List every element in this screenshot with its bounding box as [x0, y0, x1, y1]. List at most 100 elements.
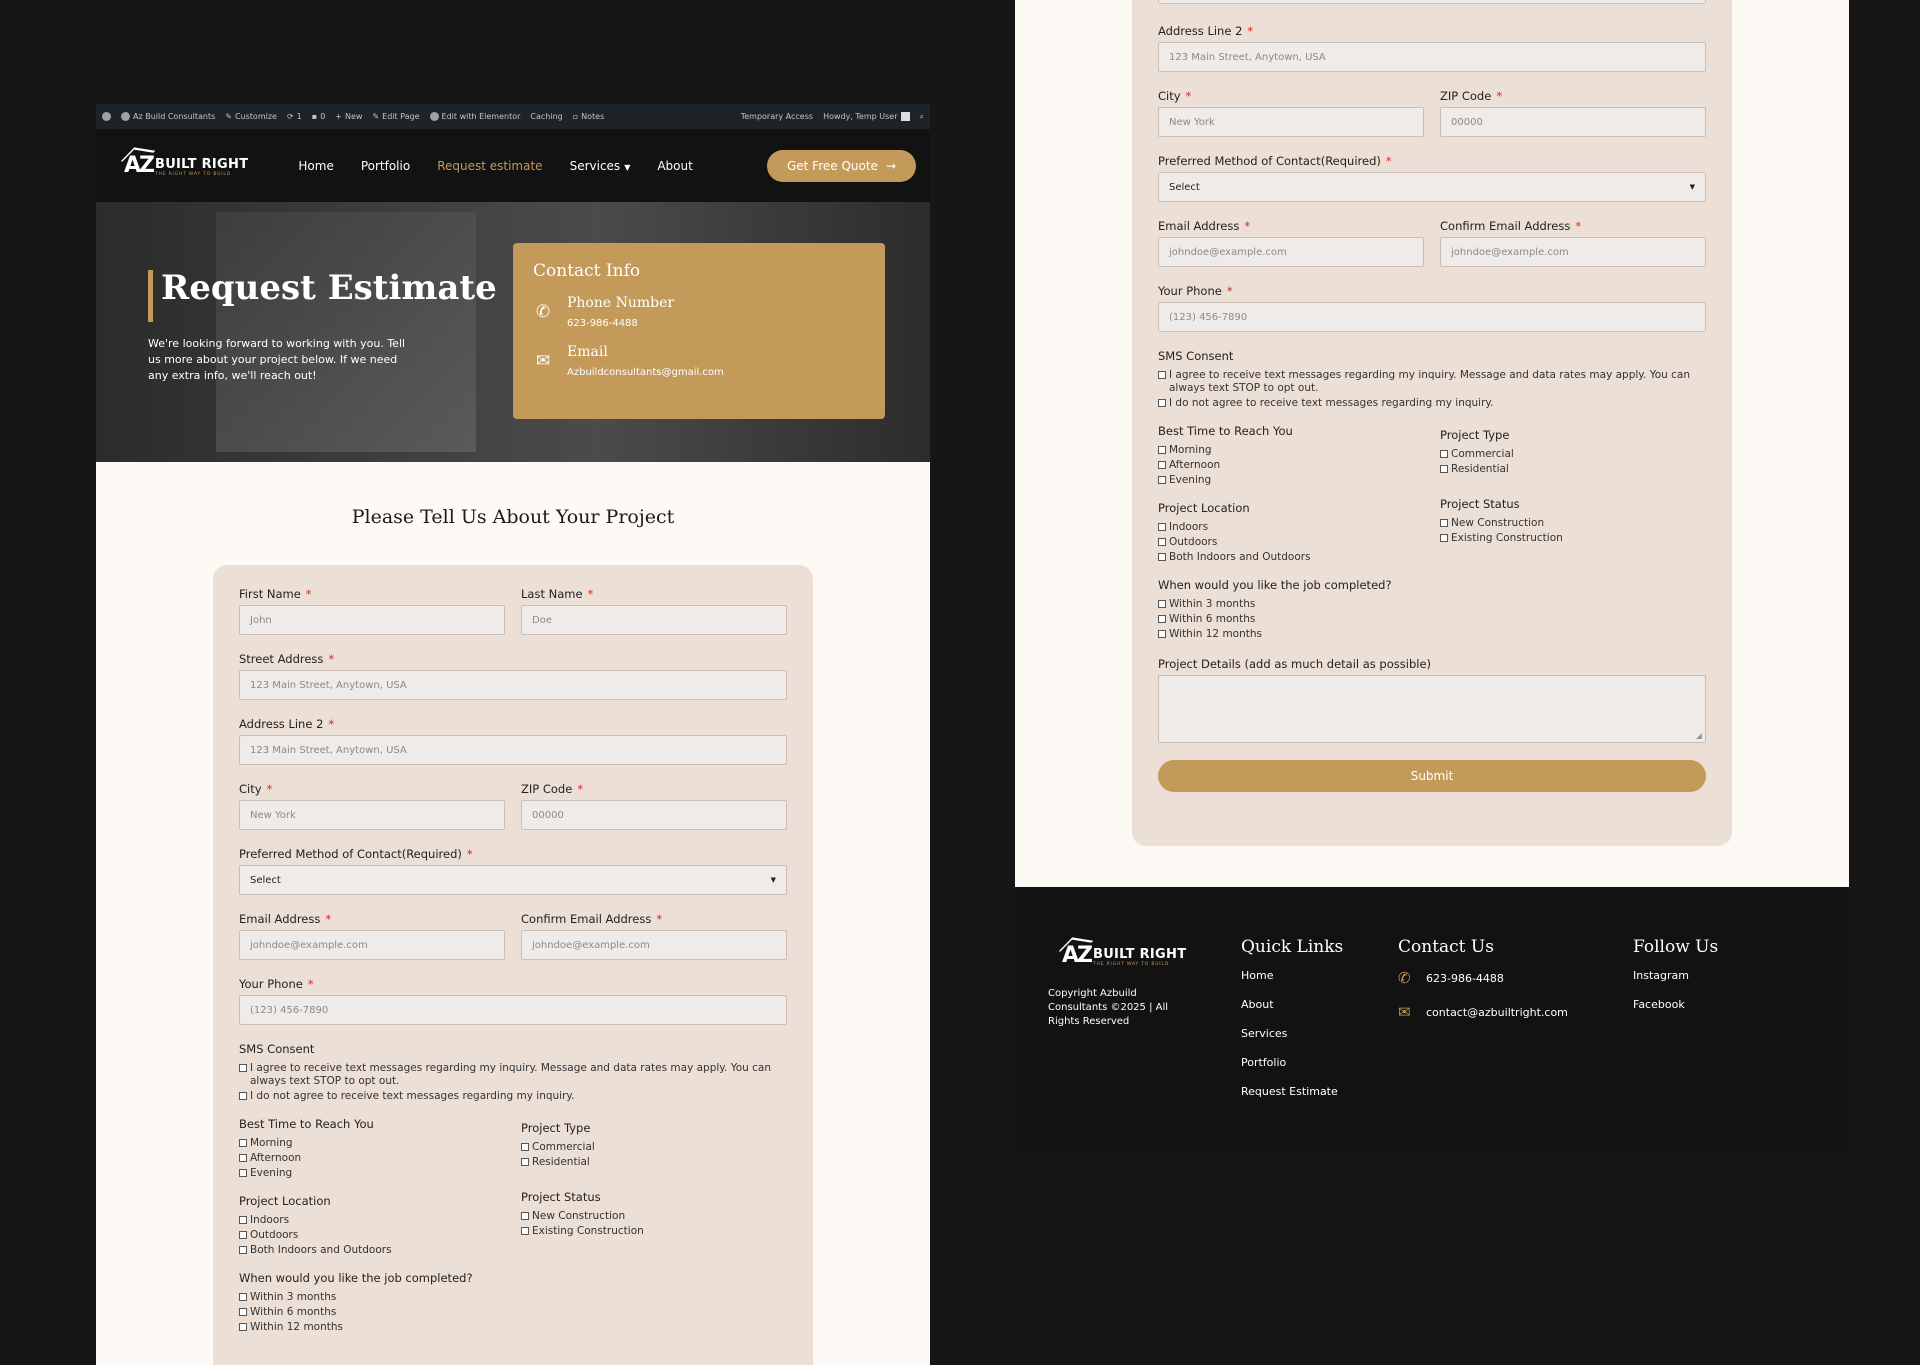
admin-updates[interactable]: ⟳ 1: [287, 112, 302, 121]
admin-howdy[interactable]: Howdy, Temp User: [823, 112, 910, 121]
contact-phone[interactable]: 623-986-4488: [567, 318, 638, 329]
sms-disagree-checkbox-2[interactable]: [1158, 399, 1166, 407]
sms-consent-group: SMS Consent I agree to receive text mess…: [239, 1042, 771, 1102]
phone-icon: ✆: [535, 302, 551, 322]
admin-temp-access[interactable]: Temporary Access: [741, 112, 813, 121]
search-icon[interactable]: ⌕: [920, 112, 924, 122]
footer-link-home[interactable]: Home: [1241, 969, 1343, 982]
admin-notes[interactable]: ▫ Notes: [573, 112, 605, 121]
admin-customize[interactable]: ✎ Customize: [225, 112, 277, 121]
phone-input[interactable]: (123) 456-7890: [239, 995, 787, 1025]
new-construction-checkbox-2[interactable]: [1440, 519, 1448, 527]
commercial-checkbox-2[interactable]: [1440, 450, 1448, 458]
footer-link-services[interactable]: Services: [1241, 1027, 1343, 1040]
email-input-2[interactable]: johndoe@example.com: [1158, 237, 1424, 267]
instagram-link[interactable]: Instagram: [1633, 969, 1718, 982]
outdoors-checkbox[interactable]: [239, 1231, 247, 1239]
within-12-months-checkbox[interactable]: [239, 1323, 247, 1331]
contact-method-select[interactable]: Select ▼: [239, 865, 787, 895]
both-locations-checkbox-2[interactable]: [1158, 553, 1166, 561]
commercial-checkbox[interactable]: [521, 1143, 529, 1151]
nav-home[interactable]: Home: [298, 159, 333, 173]
within-6-months-checkbox-2[interactable]: [1158, 615, 1166, 623]
indoors-checkbox[interactable]: [239, 1216, 247, 1224]
admin-comments[interactable]: ▪ 0: [312, 112, 326, 121]
admin-elementor[interactable]: Edit with Elementor: [429, 112, 520, 121]
indoors-checkbox-2[interactable]: [1158, 523, 1166, 531]
site-logo[interactable]: AZ BUILT RIGHT THE RIGHT WAY TO BUILD: [124, 154, 248, 177]
zip-code-input-2[interactable]: 00000: [1440, 107, 1706, 137]
footer-logo[interactable]: AZ BUILT RIGHT THE RIGHT WAY TO BUILD: [1062, 945, 1198, 968]
footer-link-about[interactable]: About: [1241, 998, 1343, 1011]
morning-checkbox[interactable]: [239, 1139, 247, 1147]
footer-email[interactable]: contact@azbuiltright.com: [1426, 1006, 1568, 1019]
existing-construction-checkbox-2[interactable]: [1440, 534, 1448, 542]
first-name-input[interactable]: John: [239, 605, 505, 635]
within-3-months-checkbox-2[interactable]: [1158, 600, 1166, 608]
afternoon-checkbox-2[interactable]: [1158, 461, 1166, 469]
admin-edit-page[interactable]: ✎ Edit Page: [372, 112, 419, 121]
existing-construction-checkbox[interactable]: [521, 1227, 529, 1235]
get-free-quote-button[interactable]: Get Free Quote →: [766, 149, 916, 182]
chevron-down-icon: ▼: [624, 162, 631, 172]
footer-contact: Contact Us ✆ 623-986-4488 ✉ contact@azbuil…: [1398, 937, 1568, 1021]
outdoors-checkbox-2[interactable]: [1158, 538, 1166, 546]
footer-phone[interactable]: 623-986-4488: [1426, 972, 1504, 985]
chevron-down-icon: ▼: [1689, 183, 1695, 191]
project-status-group: Project Status New Construction Existing…: [521, 1190, 644, 1237]
facebook-link[interactable]: Facebook: [1633, 998, 1718, 1011]
within-3-months-checkbox[interactable]: [239, 1293, 247, 1301]
phone-input-2[interactable]: (123) 456-7890: [1158, 302, 1706, 332]
project-details-textarea[interactable]: [1158, 675, 1706, 743]
contact-method-select-2[interactable]: Select ▼: [1158, 172, 1706, 202]
address-line-2-input[interactable]: 123 Main Street, Anytown, USA: [239, 735, 787, 765]
nav-services[interactable]: Services ▼: [570, 159, 631, 173]
city-input[interactable]: New York: [239, 800, 505, 830]
residential-checkbox-2[interactable]: [1440, 465, 1448, 473]
hero-banner: Request Estimate We're looking forward t…: [96, 202, 930, 462]
sms-disagree-checkbox[interactable]: [239, 1092, 247, 1100]
nav-portfolio[interactable]: Portfolio: [361, 159, 410, 173]
email-input[interactable]: johndoe@example.com: [239, 930, 505, 960]
confirm-email-input[interactable]: johndoe@example.com: [521, 930, 787, 960]
within-12-months-checkbox-2[interactable]: [1158, 630, 1166, 638]
project-status-group-2: Project Status New Construction Existing…: [1440, 497, 1563, 544]
admin-site-link[interactable]: Az Build Consultants: [121, 112, 215, 121]
nav-about[interactable]: About: [657, 159, 692, 173]
within-6-months-checkbox[interactable]: [239, 1308, 247, 1316]
sms-agree-checkbox-2[interactable]: [1158, 371, 1166, 379]
footer-link-request-estimate[interactable]: Request Estimate: [1241, 1085, 1343, 1098]
arrow-right-icon: →: [885, 158, 896, 173]
residential-checkbox[interactable]: [521, 1158, 529, 1166]
both-locations-checkbox[interactable]: [239, 1246, 247, 1254]
admin-new[interactable]: + New: [335, 112, 362, 121]
quick-links: Quick Links Home About Services Portfoli…: [1241, 937, 1344, 1098]
follow-us: Follow Us Instagram Facebook: [1633, 937, 1719, 1011]
nav-request-estimate[interactable]: Request estimate: [437, 159, 542, 173]
evening-checkbox[interactable]: [239, 1169, 247, 1177]
confirm-email-input-2[interactable]: johndoe@example.com: [1440, 237, 1706, 267]
zip-code-input[interactable]: 00000: [521, 800, 787, 830]
contact-email[interactable]: Azbuildconsultants@gmail.com: [567, 367, 724, 378]
admin-caching[interactable]: Caching: [530, 112, 562, 121]
sms-agree-checkbox[interactable]: [239, 1064, 247, 1072]
copyright-text: Copyright Azbuild Consultants ©2025 | Al…: [1048, 988, 1169, 1027]
street-address-input-2[interactable]: 123 Main Street, Anytown, USA: [1158, 0, 1706, 4]
timeline-group: When would you like the job completed? W…: [239, 1271, 473, 1333]
evening-checkbox-2[interactable]: [1158, 476, 1166, 484]
wordpress-icon[interactable]: [102, 112, 111, 121]
form-title: Please Tell Us About Your Project: [351, 506, 675, 528]
new-construction-checkbox[interactable]: [521, 1212, 529, 1220]
city-input-2[interactable]: New York: [1158, 107, 1424, 137]
afternoon-checkbox[interactable]: [239, 1154, 247, 1162]
submit-button[interactable]: Submit: [1158, 760, 1706, 792]
best-time-group-2: Best Time to Reach You Morning Afternoon…: [1158, 424, 1293, 486]
address-line-2-input-2[interactable]: 123 Main Street, Anytown, USA: [1158, 42, 1706, 72]
street-address-input[interactable]: 123 Main Street, Anytown, USA: [239, 670, 787, 700]
estimate-form: First Name * John Last Name * Doe Street A…: [213, 565, 813, 1365]
site-footer: AZ BUILT RIGHT THE RIGHT WAY TO BUILD Co…: [1015, 887, 1849, 1153]
last-name-input[interactable]: Doe: [521, 605, 787, 635]
phone-icon: ✆: [1398, 969, 1411, 987]
morning-checkbox-2[interactable]: [1158, 446, 1166, 454]
footer-link-portfolio[interactable]: Portfolio: [1241, 1056, 1343, 1069]
